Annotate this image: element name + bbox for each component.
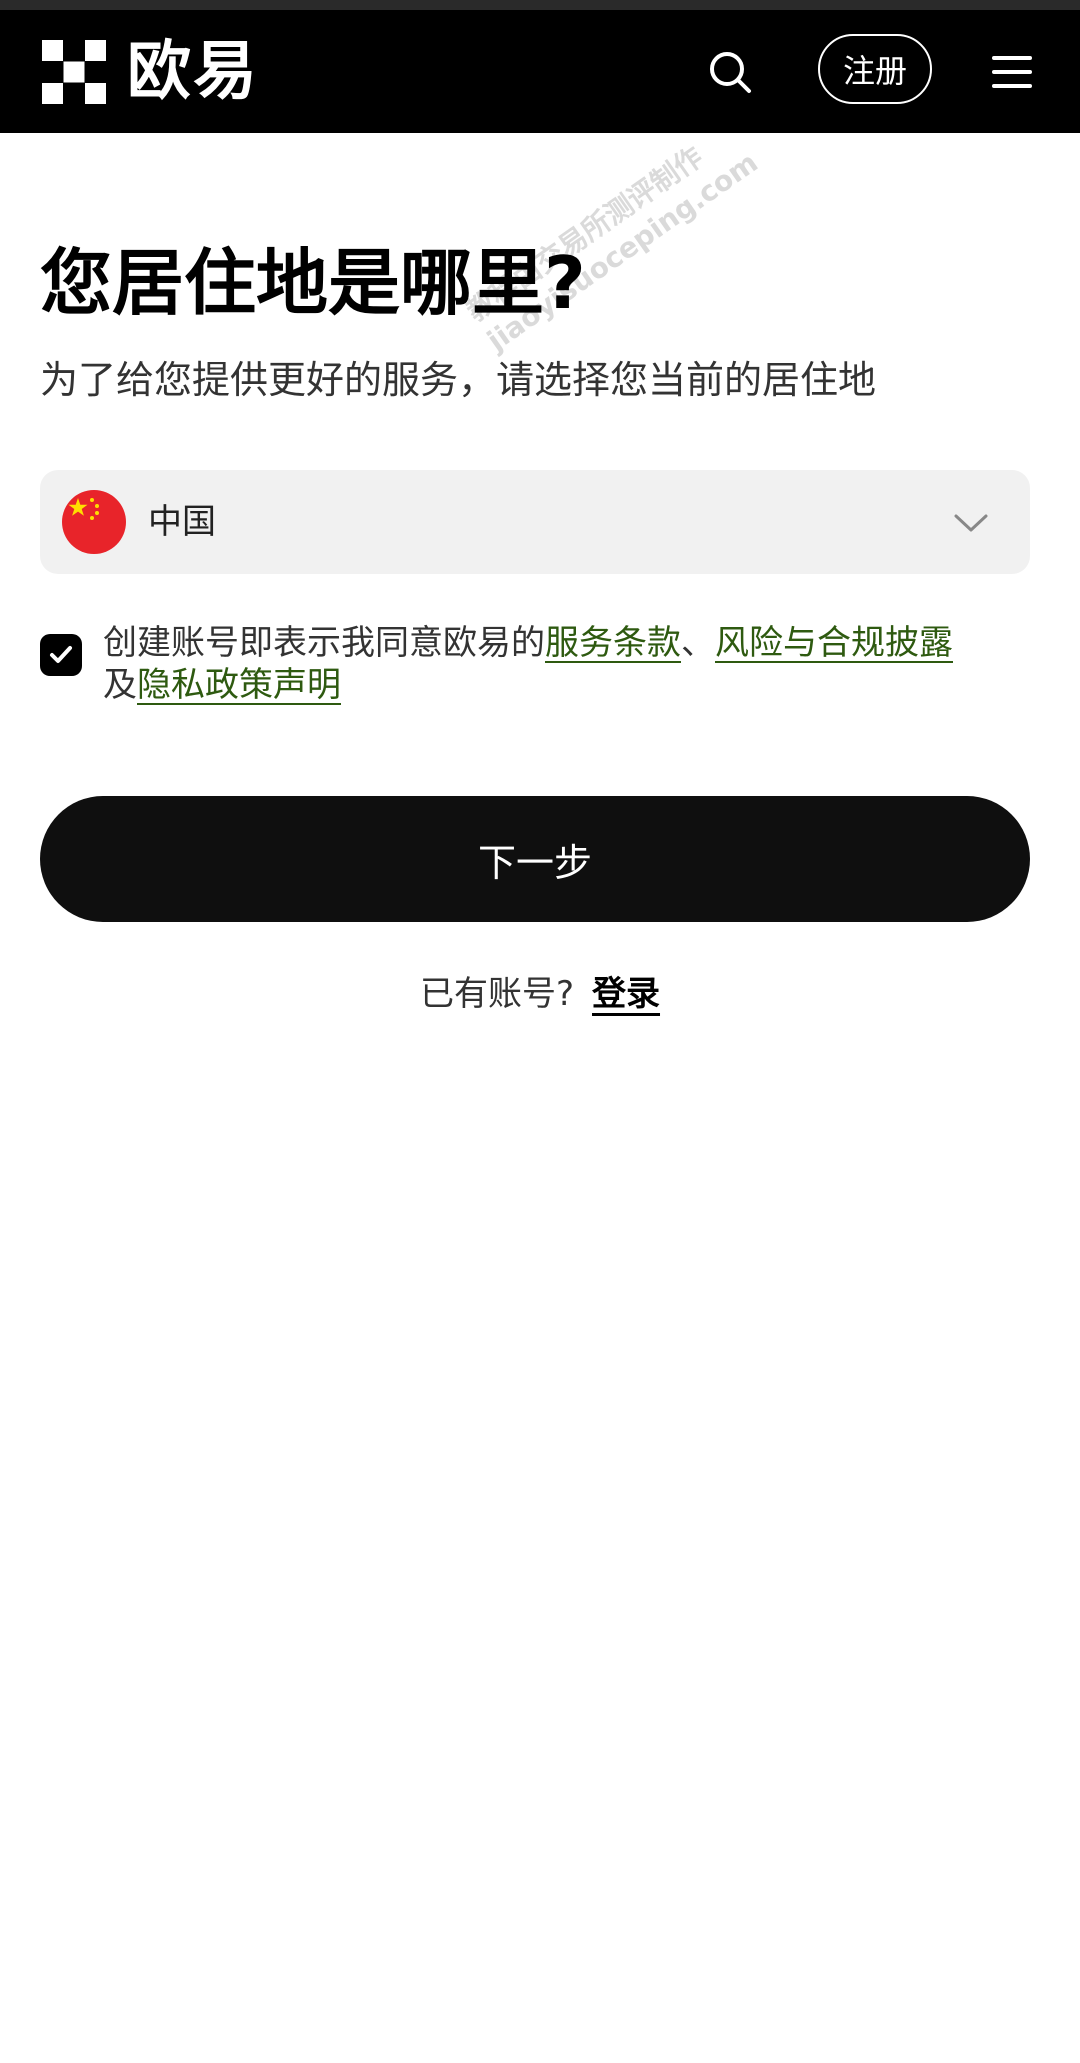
login-link[interactable]: 登录	[592, 974, 660, 1014]
top-header: 欧易 注册	[0, 10, 1080, 133]
agreement-and: 及	[103, 665, 137, 705]
agreement-separator: 、	[681, 623, 715, 663]
checkmark-icon	[50, 646, 72, 663]
page-subtitle: 为了给您提供更好的服务，请选择您当前的居住地	[40, 358, 877, 402]
risk-disclosure-link[interactable]: 风险与合规披露	[715, 623, 953, 663]
search-icon[interactable]	[704, 46, 756, 98]
login-prompt: 已有账号? 登录	[0, 966, 1080, 1022]
logo-text: 欧易	[127, 35, 259, 109]
okx-logo[interactable]: 欧易	[42, 35, 262, 109]
selected-country: 中国	[148, 502, 216, 542]
page: 欧易 注册 教程由交易所测评制作 jiaoyisuoceping.com 您居住…	[0, 0, 1080, 2063]
register-button[interactable]: 注册	[818, 34, 932, 104]
agreement-prefix: 创建账号即表示我同意欧易的	[103, 623, 545, 663]
page-title: 您居住地是哪里?	[40, 241, 586, 325]
terms-of-service-link[interactable]: 服务条款	[545, 623, 681, 663]
china-flag-icon	[62, 490, 126, 554]
okx-logo-mark	[42, 40, 106, 104]
agreement-text: 创建账号即表示我同意欧易的服务条款、风险与合规披露及隐私政策声明	[103, 622, 1003, 706]
login-prompt-text: 已有账号?	[419, 974, 575, 1014]
status-strip	[0, 0, 1080, 10]
agreement-checkbox[interactable]	[40, 634, 82, 676]
hamburger-menu-icon[interactable]	[990, 52, 1034, 92]
privacy-policy-link[interactable]: 隐私政策声明	[137, 665, 341, 705]
next-step-button[interactable]: 下一步	[40, 796, 1030, 922]
residence-country-select[interactable]: 中国	[40, 470, 1030, 574]
chevron-down-icon	[954, 514, 988, 532]
